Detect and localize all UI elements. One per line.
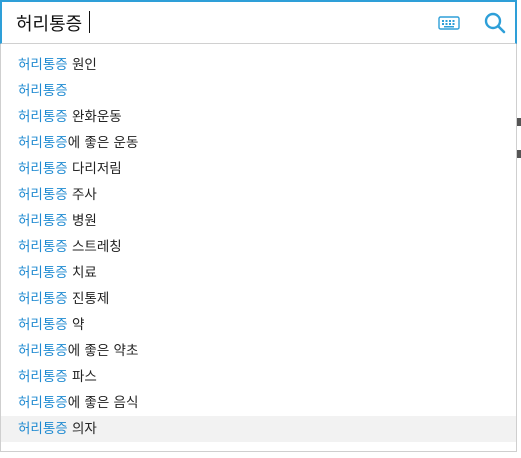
suggestion-match-text: 허리통증 — [18, 265, 68, 281]
suggestion-rest-text: 치료 — [67, 265, 97, 281]
suggestion-rest-text: 약 — [67, 317, 85, 333]
text-caret — [89, 11, 90, 33]
suggestion-item[interactable]: 허리통증 약 — [1, 312, 516, 338]
search-input[interactable] — [16, 9, 416, 37]
suggestion-item[interactable]: 허리통증 파스 — [1, 364, 516, 390]
page-edge-mark — [517, 118, 521, 126]
suggestion-match-text: 허리통증 — [18, 187, 68, 203]
suggestion-rest-text: 파스 — [67, 369, 97, 385]
suggestion-match-text: 허리통증 — [18, 135, 68, 151]
suggestion-match-text: 허리통증 — [18, 83, 68, 99]
suggestion-item[interactable]: 허리통증 스트레칭 — [1, 234, 516, 260]
suggestion-rest-text: 스트레칭 — [67, 239, 122, 255]
suggestion-match-text: 허리통증 — [18, 395, 68, 411]
suggestion-rest-text: 에 좋은 약초 — [67, 343, 139, 359]
suggestion-item[interactable]: 허리통증 완화운동 — [1, 104, 516, 130]
suggestion-match-text: 허리통증 — [18, 239, 68, 255]
page-edge-mark — [517, 150, 521, 158]
suggestion-rest-text: 에 좋은 운동 — [67, 135, 139, 151]
search-widget: 허리통증 원인허리통증허리통증 완화운동허리통증에 좋은 운동허리통증 다리저림… — [0, 0, 521, 458]
suggestion-rest-text: 병원 — [67, 213, 97, 229]
suggestion-item[interactable]: 허리통증 다리저림 — [1, 156, 516, 182]
suggestion-item[interactable]: 허리통증 진통제 — [1, 286, 516, 312]
search-box — [0, 0, 517, 44]
suggestion-list: 허리통증 원인 허리통증 허리통증 완화운동 허리통증에 좋은 운동 허리통증 다리저림… — [1, 44, 516, 442]
suggestion-item[interactable]: 허리통증 — [1, 78, 516, 104]
suggestion-rest-text: 원인 — [67, 57, 97, 73]
suggestion-item[interactable]: 허리통증에 좋은 약초 — [1, 338, 516, 364]
suggestion-item[interactable]: 허리통증 원인 — [1, 52, 516, 78]
suggestion-match-text: 허리통증 — [18, 317, 68, 333]
suggestion-rest-text: 주사 — [67, 187, 97, 203]
suggestion-match-text: 허리통증 — [18, 291, 68, 307]
suggestion-match-text: 허리통증 — [18, 343, 68, 359]
suggestion-dropdown: 허리통증 원인 허리통증 허리통증 완화운동 허리통증에 좋은 운동 허리통증 다리저림… — [0, 44, 517, 452]
suggestion-item[interactable]: 허리통증 치료 — [1, 260, 516, 286]
suggestion-rest-text: 완화운동 — [67, 109, 122, 125]
suggestion-match-text: 허리통증 — [18, 161, 68, 177]
suggestion-match-text: 허리통증 — [18, 369, 68, 385]
suggestion-item[interactable]: 허리통증 의자 — [1, 416, 516, 442]
suggestion-rest-text: 다리저림 — [67, 161, 122, 177]
suggestion-item[interactable]: 허리통증에 좋은 음식 — [1, 390, 516, 416]
suggestion-item[interactable]: 허리통증에 좋은 운동 — [1, 130, 516, 156]
suggestion-item[interactable]: 허리통증 주사 — [1, 182, 516, 208]
suggestion-match-text: 허리통증 — [18, 109, 68, 125]
search-icon[interactable] — [482, 10, 508, 36]
suggestion-rest-text: 진통제 — [67, 291, 110, 307]
suggestion-match-text: 허리통증 — [18, 421, 68, 437]
suggestion-match-text: 허리통증 — [18, 57, 68, 73]
suggestion-item[interactable]: 허리통증 병원 — [1, 208, 516, 234]
suggestion-match-text: 허리통증 — [18, 213, 68, 229]
keyboard-icon[interactable] — [438, 15, 460, 31]
suggestion-rest-text: 의자 — [67, 421, 97, 437]
suggestion-rest-text: 에 좋은 음식 — [67, 395, 139, 411]
